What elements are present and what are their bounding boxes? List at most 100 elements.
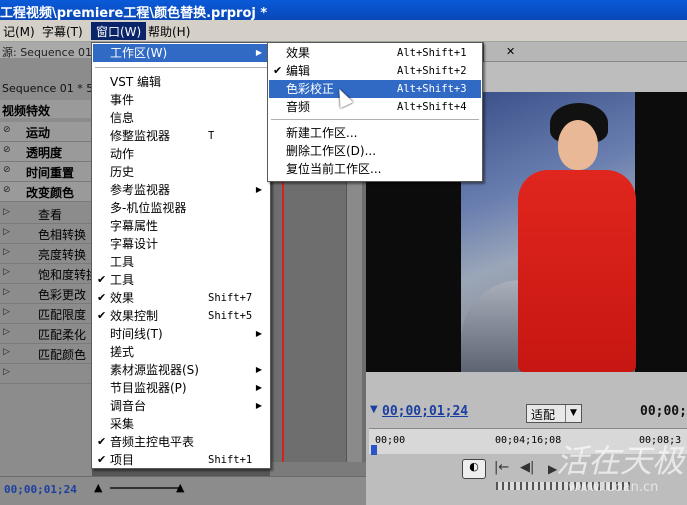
bottom-timecode[interactable]: 00;00;01;24 <box>4 483 77 496</box>
expand-arrow-icon[interactable]: ▷ <box>3 347 10 357</box>
window-menu-item[interactable]: 时间线(T) ▶ <box>93 325 269 343</box>
check-icon: ✔ <box>97 435 107 448</box>
menu-item-shortcut: Shift+5 <box>208 310 253 322</box>
window-menu-item[interactable]: ✔ 效果控制 Shift+5 <box>93 307 269 325</box>
effect-item[interactable]: ▷ 匹配颜色 <box>0 344 92 364</box>
zoom-in-icon[interactable]: ▲ <box>176 481 184 494</box>
workspace-menu-item[interactable]: 新建工作区... <box>269 124 481 142</box>
menu-item-label: 音频主控电平表 <box>110 435 195 449</box>
marker-icon[interactable]: ▼ <box>370 404 378 415</box>
menu-item-label: 信息 <box>110 111 135 125</box>
expand-arrow-icon[interactable]: ▷ <box>3 247 10 257</box>
effect-label: 运动 <box>26 126 51 140</box>
menu-item-label: 动作 <box>110 147 135 161</box>
sequence-label: Sequence 01 * 547 <box>0 80 92 98</box>
effect-item[interactable]: ▷ 匹配限度 <box>0 304 92 324</box>
step-back-icon[interactable]: ◀| <box>520 460 534 475</box>
window-menu-item[interactable]: ✔ 项目 Shift+1 <box>93 451 269 469</box>
chevron-down-icon: ▼ <box>565 405 581 422</box>
effect-item[interactable]: ▷ 查看 <box>0 204 92 224</box>
effect-item[interactable]: ⊘ 运动 <box>0 122 92 142</box>
window-menu-item[interactable]: ✔ 效果 Shift+7 <box>93 289 269 307</box>
menu-item-shortcut: Alt+Shift+4 <box>397 101 467 113</box>
expand-arrow-icon[interactable]: ▷ <box>3 327 10 337</box>
window-menu-item[interactable]: 调音台 ▶ <box>93 397 269 415</box>
window-menu-item[interactable]: 节目监视器(P) ▶ <box>93 379 269 397</box>
expand-arrow-icon[interactable]: ▷ <box>3 287 10 297</box>
effect-item[interactable]: ▷ <box>0 364 92 384</box>
effect-label: 透明度 <box>26 146 63 160</box>
set-in-icon[interactable]: |← <box>494 460 509 475</box>
expand-arrow-icon[interactable]: ▷ <box>3 367 10 377</box>
menu-item-label: VST 编辑 <box>110 75 161 89</box>
window-menu-item[interactable]: 参考监视器 ▶ <box>93 181 269 199</box>
close-icon[interactable]: ✕ <box>506 45 515 58</box>
bottom-controls: 00;00;01;24 ▲ ▲ <box>0 476 366 505</box>
window-menu-item[interactable]: 历史 <box>93 163 269 181</box>
workspace-menu-item[interactable]: ✔ 编辑 Alt+Shift+2 <box>269 62 481 80</box>
workspace-menu-item[interactable]: 音频 Alt+Shift+4 <box>269 98 481 116</box>
window-menu-item[interactable]: 修整监视器 T <box>93 127 269 145</box>
toggle-effect-icon[interactable]: ⊘ <box>3 165 11 175</box>
menu-item-label: 效果 <box>286 46 311 60</box>
zoom-slider[interactable] <box>110 487 180 489</box>
workspace-menu-item[interactable]: 复位当前工作区... <box>269 160 481 178</box>
window-menu-item[interactable]: VST 编辑 <box>93 73 269 91</box>
window-menu-item[interactable]: ✔ 工具 <box>93 271 269 289</box>
effect-item[interactable]: ▷ 饱和度转换 <box>0 264 92 284</box>
workspace-menu-item[interactable]: 效果 Alt+Shift+1 <box>269 44 481 62</box>
ruler-mid: 00;04;16;08 <box>495 435 562 446</box>
window-menu-item[interactable]: 字幕设计 <box>93 235 269 253</box>
window-menu-item[interactable]: 采集 <box>93 415 269 433</box>
menu-help[interactable]: 帮助(H) <box>143 22 195 40</box>
effect-label: 查看 <box>38 208 63 222</box>
playhead-icon[interactable] <box>371 445 377 455</box>
menu-title[interactable]: 字幕(T) <box>37 22 88 40</box>
effect-item[interactable]: ▷ 色相转换 <box>0 224 92 244</box>
menu-clip[interactable]: 记(M) <box>0 22 40 40</box>
ruler-start: 00;00 <box>375 435 406 446</box>
menu-item-label: 参考监视器 <box>110 183 171 197</box>
workspace-menu-item[interactable]: 色彩校正 Alt+Shift+3 <box>269 80 481 98</box>
window-menu-item[interactable]: 素材源监视器(S) ▶ <box>93 361 269 379</box>
expand-arrow-icon[interactable]: ▷ <box>3 267 10 277</box>
menu-window[interactable]: 窗口(W) <box>91 22 147 40</box>
effect-item[interactable]: ⊘ 改变颜色 <box>0 182 92 202</box>
source-tab[interactable]: 源: Sequence 01: 5 <box>0 42 92 58</box>
window-menu-item[interactable]: ✔ 音频主控电平表 <box>93 433 269 451</box>
effect-label: 饱和度转换 <box>38 268 92 282</box>
effect-item[interactable]: ▷ 匹配柔化 <box>0 324 92 344</box>
menu-item-label: 项目 <box>110 453 135 467</box>
effect-label: 时间重置 <box>26 166 75 180</box>
window-menu-item[interactable]: 工具 <box>93 253 269 271</box>
window-menu-item[interactable]: 工作区(W) ▶ <box>93 44 269 62</box>
effect-item[interactable]: ▷ 亮度转换 <box>0 244 92 264</box>
toggle-effect-icon[interactable]: ⊘ <box>3 125 11 135</box>
zoom-out-icon[interactable]: ▲ <box>94 481 102 494</box>
expand-arrow-icon[interactable]: ▷ <box>3 207 10 217</box>
toggle-effect-icon[interactable]: ⊘ <box>3 185 11 195</box>
expand-arrow-icon[interactable]: ▷ <box>3 227 10 237</box>
effect-item[interactable]: ⊘ 透明度 <box>0 142 92 162</box>
fit-dropdown[interactable]: 适配 ▼ <box>526 404 582 423</box>
window-menu: 工作区(W) ▶ VST 编辑事件信息修整监视器 T 动作历史 参考监视器 ▶ 多-机位监视器… <box>91 42 271 469</box>
window-menu-item[interactable]: 搓式 <box>93 343 269 361</box>
window-menu-item[interactable]: 字幕属性 <box>93 217 269 235</box>
window-menu-item[interactable]: 信息 <box>93 109 269 127</box>
effect-item[interactable]: ⊘ 时间重置 <box>0 162 92 182</box>
toggle-effect-icon[interactable]: ⊘ <box>3 145 11 155</box>
menu-item-label: 色彩校正 <box>286 82 335 96</box>
window-menu-item[interactable]: 动作 <box>93 145 269 163</box>
effect-item[interactable]: ▷ 色彩更改 <box>0 284 92 304</box>
window-menu-item[interactable]: 多-机位监视器 <box>93 199 269 217</box>
safe-margin-button[interactable]: ◐ <box>462 459 486 479</box>
effect-label: 匹配颜色 <box>38 348 87 362</box>
menu-item-label: 节目监视器(P) <box>110 381 187 395</box>
expand-arrow-icon[interactable]: ▷ <box>3 307 10 317</box>
monitor-timecode[interactable]: 00;00;01;24 <box>382 404 468 419</box>
workspace-menu-item[interactable]: 删除工作区(D)... <box>269 142 481 160</box>
window-menu-item[interactable]: 事件 <box>93 91 269 109</box>
effect-label: 匹配限度 <box>38 308 87 322</box>
duration-timecode: 00;00;0 <box>640 404 687 419</box>
window-title-bar: 工程视频\premiere工程\颜色替换.prproj * <box>0 0 687 20</box>
